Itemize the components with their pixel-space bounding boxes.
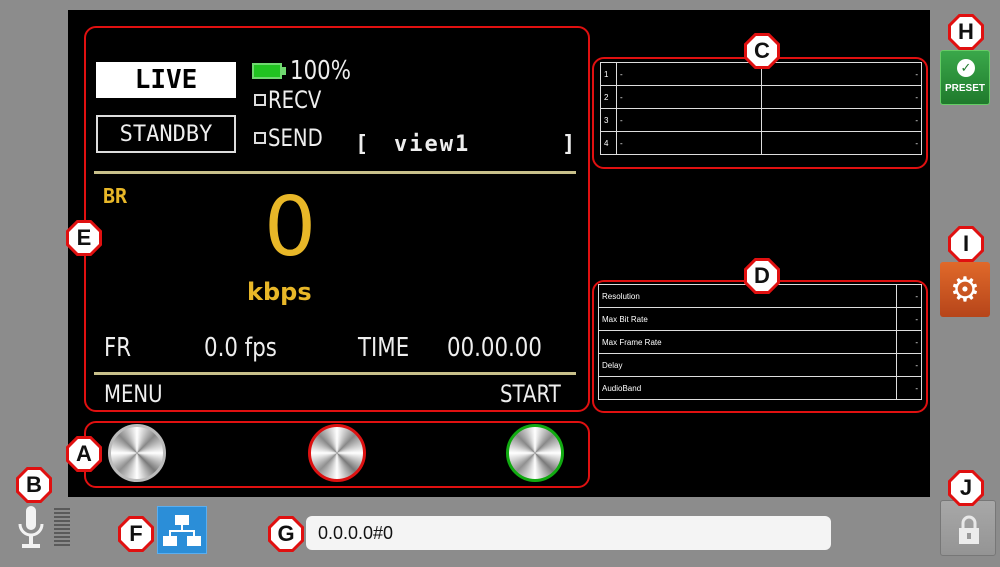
preset-label: PRESET [944,83,985,94]
callout-a-box [84,421,590,488]
badge-j: J [948,470,984,506]
callout-c-box [592,57,928,169]
badge-h: H [948,14,984,50]
badge-c: C [744,33,780,69]
network-button[interactable] [157,506,207,554]
badge-b-label: B [19,470,49,500]
settings-button[interactable]: ⚙ [940,262,990,317]
check-icon: ✓ [957,59,975,77]
badge-h-label: H [951,17,981,47]
badge-g-label: G [271,519,301,549]
badge-d: D [744,258,780,294]
badge-i-label: I [951,229,981,259]
badge-a-label: A [69,439,99,469]
badge-g: G [268,516,304,552]
badge-c-label: C [747,36,777,66]
callout-d-box [592,280,928,413]
lock-button[interactable] [940,500,996,556]
gear-icon: ⚙ [949,269,981,310]
network-icon [163,515,201,546]
badge-e-label: E [69,223,99,253]
microphone-icon[interactable] [14,502,78,560]
callout-e-box [84,26,590,412]
badge-j-label: J [951,473,981,503]
badge-i: I [948,226,984,262]
badge-b: B [16,467,52,503]
badge-d-label: D [747,261,777,291]
lock-icon [959,515,979,544]
address-field[interactable]: 0.0.0.0#0 [306,516,831,550]
badge-f: F [118,516,154,552]
badge-f-label: F [121,519,151,549]
preset-button[interactable]: ✓ PRESET [940,50,990,105]
